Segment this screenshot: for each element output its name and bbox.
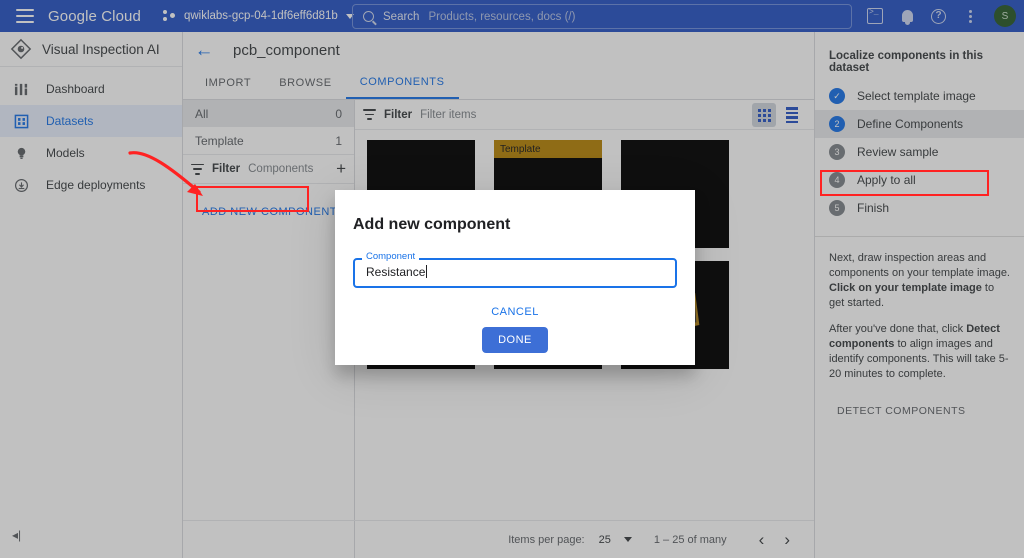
component-name-input[interactable]: Resistance [366,265,428,279]
component-field-label: Component [362,251,420,262]
add-new-component-dialog: Add new component Component Resistance C… [335,190,695,365]
app-root: Google Cloud qwiklabs-gcp-04-1df6eff6d81… [0,0,1024,558]
dialog-title: Add new component [353,216,511,233]
component-name-field[interactable]: Component Resistance [353,251,677,288]
cancel-button[interactable]: CANCEL [483,302,547,322]
dialog-actions: CANCEL DONE [335,302,695,353]
done-button[interactable]: DONE [482,327,548,353]
text-cursor [426,265,428,278]
component-name-value: Resistance [366,265,426,279]
